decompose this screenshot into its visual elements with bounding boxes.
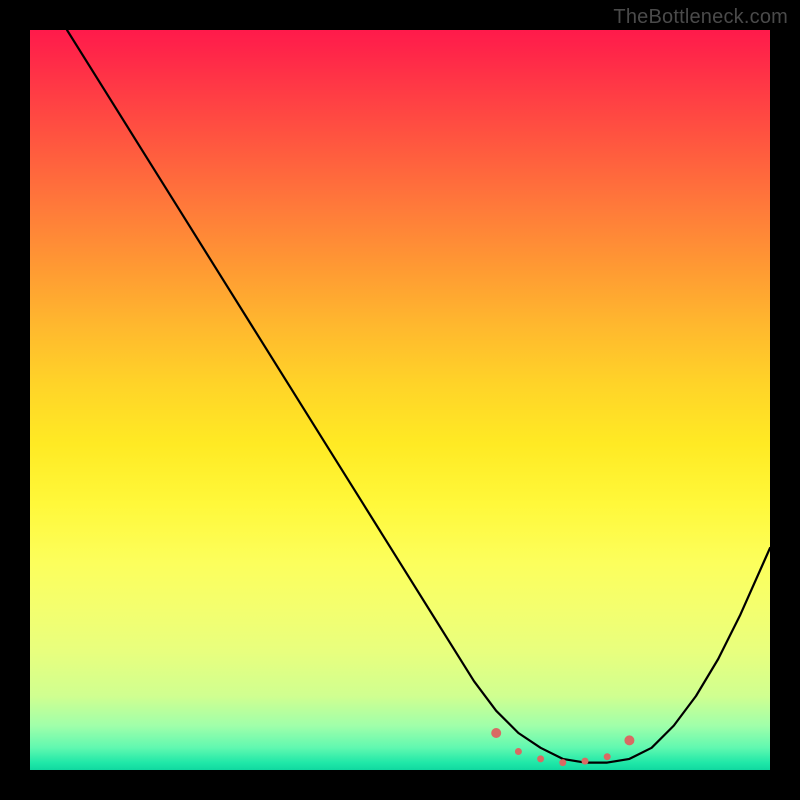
bottleneck-curve-path [67, 30, 770, 763]
highlight-dot [582, 758, 589, 765]
chart-svg [30, 30, 770, 770]
highlight-dot [624, 735, 634, 745]
highlight-dot [537, 755, 544, 762]
highlight-dot [559, 759, 566, 766]
watermark-text: TheBottleneck.com [613, 6, 788, 29]
chart-plot-area [30, 30, 770, 770]
highlight-dot [604, 753, 611, 760]
highlight-dots-group [491, 728, 634, 766]
highlight-dot [491, 728, 501, 738]
highlight-dot [515, 748, 522, 755]
